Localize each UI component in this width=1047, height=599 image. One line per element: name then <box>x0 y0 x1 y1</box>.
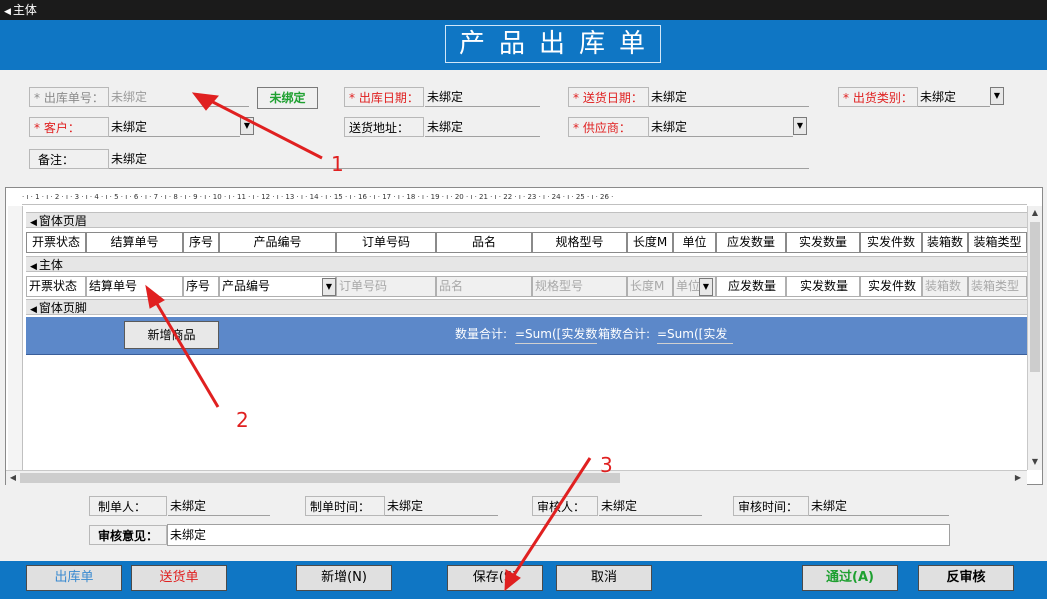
customer-select[interactable]: 未绑定 <box>109 117 240 137</box>
supplier-dropdown-icon[interactable]: ▼ <box>793 117 807 135</box>
delivery-date-field[interactable]: 未绑定 <box>649 87 809 107</box>
ship-type-label: * 出货类别： <box>838 87 918 107</box>
detail-cell[interactable]: 产品编号 <box>219 276 336 297</box>
band-detail: ◀ 主体 <box>26 256 1027 272</box>
column-header: 开票状态 <box>26 232 86 253</box>
annotation-label-2: 2 <box>236 408 249 432</box>
collapse-triangle-icon: ◀ <box>30 262 37 272</box>
unapprove-button[interactable]: 反审核 <box>918 565 1014 591</box>
row-selector-gutter[interactable] <box>8 206 23 471</box>
column-header: 单位 <box>673 232 716 253</box>
customer-dropdown-icon[interactable]: ▼ <box>240 117 254 135</box>
scroll-left-icon[interactable]: ◀ <box>7 472 19 484</box>
band-form-header-label: 窗体页眉 <box>38 214 87 228</box>
box-sum-field[interactable]: =Sum([实发 <box>657 325 733 344</box>
add-product-button[interactable]: 新增商品 <box>124 321 219 349</box>
auditor-label: 审核人： <box>532 496 598 516</box>
address-label: 送货地址： <box>344 117 424 137</box>
detail-cell[interactable]: 长度M <box>627 276 673 297</box>
order-no-label: * 出库单号： <box>29 87 109 107</box>
column-header: 结算单号 <box>86 232 183 253</box>
detail-cell[interactable]: 装箱数 <box>922 276 968 297</box>
audit-time-field[interactable]: 未绑定 <box>809 496 949 516</box>
vertical-scrollbar[interactable]: ▲ ▼ <box>1027 206 1042 470</box>
scroll-down-icon[interactable]: ▼ <box>1029 456 1041 468</box>
ruler: · ı · 1 · ı · 2 · ı · 3 · ı · 4 · ı · 5 … <box>22 190 1027 205</box>
horizontal-scroll-thumb[interactable] <box>20 473 620 483</box>
add-new-button[interactable]: 新增(N) <box>296 565 392 591</box>
delivery-date-label: * 送货日期： <box>568 87 649 107</box>
supplier-label: * 供应商： <box>568 117 649 137</box>
unbound-tag: 未绑定 <box>257 87 318 109</box>
scroll-up-icon[interactable]: ▲ <box>1029 207 1041 219</box>
band-detail-label: 主体 <box>38 258 63 272</box>
column-header: 规格型号 <box>532 232 627 253</box>
page-title: 产品出库单 <box>445 25 661 63</box>
order-no-field[interactable]: 未绑定 <box>109 87 249 107</box>
collapse-triangle-icon: ◀ <box>30 218 37 228</box>
out-date-label: * 出库日期： <box>344 87 424 107</box>
scroll-right-icon[interactable]: ▶ <box>1012 472 1024 484</box>
cancel-button[interactable]: 取消 <box>556 565 652 591</box>
detail-cell[interactable]: 实发数量 <box>786 276 860 297</box>
column-header: 序号 <box>183 232 219 253</box>
annotation-label-3: 3 <box>600 453 613 477</box>
detail-cell[interactable]: 应发数量 <box>716 276 786 297</box>
band-form-footer: ◀ 窗体页脚 <box>26 299 1027 315</box>
detail-dropdown-icon[interactable]: ▼ <box>699 278 713 296</box>
column-header: 订单号码 <box>336 232 436 253</box>
detail-cell[interactable]: 订单号码 <box>336 276 436 297</box>
detail-dropdown-icon[interactable]: ▼ <box>322 278 336 296</box>
box-sum-label: 箱数合计: <box>598 327 651 341</box>
qty-sum-field[interactable]: =Sum([实发数 <box>515 325 597 344</box>
delivery-button[interactable]: 送货单 <box>131 565 227 591</box>
customer-label: * 客户： <box>29 117 109 137</box>
column-header: 装箱类型 <box>968 232 1027 253</box>
column-header: 实发件数 <box>860 232 922 253</box>
column-header: 实发数量 <box>786 232 860 253</box>
column-header: 长度M <box>627 232 673 253</box>
maker-field[interactable]: 未绑定 <box>168 496 270 516</box>
make-time-label: 制单时间： <box>305 496 385 516</box>
collapse-triangle-icon: ◀ <box>4 7 11 17</box>
remark-label: 备注： <box>29 149 109 169</box>
remark-field[interactable]: 未绑定 <box>109 149 809 169</box>
detail-cell[interactable]: 装箱类型 <box>968 276 1027 297</box>
supplier-select[interactable]: 未绑定 <box>649 117 793 137</box>
vertical-scroll-thumb[interactable] <box>1030 222 1040 372</box>
detail-cell[interactable]: 结算单号 <box>86 276 183 297</box>
address-field[interactable]: 未绑定 <box>425 117 540 137</box>
detail-cell[interactable]: 实发件数 <box>860 276 922 297</box>
opinion-label: 审核意见： <box>89 525 167 545</box>
section-header-main: ◀ 主体 <box>0 0 1047 20</box>
maker-label: 制单人： <box>89 496 167 516</box>
make-time-field[interactable]: 未绑定 <box>385 496 498 516</box>
collapse-triangle-icon: ◀ <box>30 305 37 315</box>
band-form-header: ◀ 窗体页眉 <box>26 212 1027 228</box>
ship-type-select[interactable]: 未绑定 <box>918 87 990 107</box>
approve-button[interactable]: 通过(A) <box>802 565 898 591</box>
column-header: 品名 <box>436 232 532 253</box>
horizontal-scrollbar[interactable]: ◀ ▶ <box>6 470 1027 485</box>
detail-cell[interactable]: 开票状态 <box>26 276 86 297</box>
save-button[interactable]: 保存(S) <box>447 565 543 591</box>
detail-cell[interactable]: 规格型号 <box>532 276 627 297</box>
annotation-label-1: 1 <box>331 152 344 176</box>
outbound-button[interactable]: 出库单 <box>26 565 122 591</box>
opinion-field[interactable]: 未绑定 <box>167 524 950 546</box>
auditor-field[interactable]: 未绑定 <box>599 496 702 516</box>
qty-sum-label: 数量合计: <box>455 327 508 341</box>
detail-cell[interactable]: 序号 <box>183 276 219 297</box>
ship-type-dropdown-icon[interactable]: ▼ <box>990 87 1004 105</box>
detail-cell[interactable]: 品名 <box>436 276 532 297</box>
section-title: 主体 <box>12 3 37 17</box>
column-header: 产品编号 <box>219 232 336 253</box>
band-form-footer-label: 窗体页脚 <box>38 301 87 315</box>
column-header: 应发数量 <box>716 232 786 253</box>
out-date-field[interactable]: 未绑定 <box>425 87 540 107</box>
column-header: 装箱数 <box>922 232 968 253</box>
audit-time-label: 审核时间： <box>733 496 809 516</box>
